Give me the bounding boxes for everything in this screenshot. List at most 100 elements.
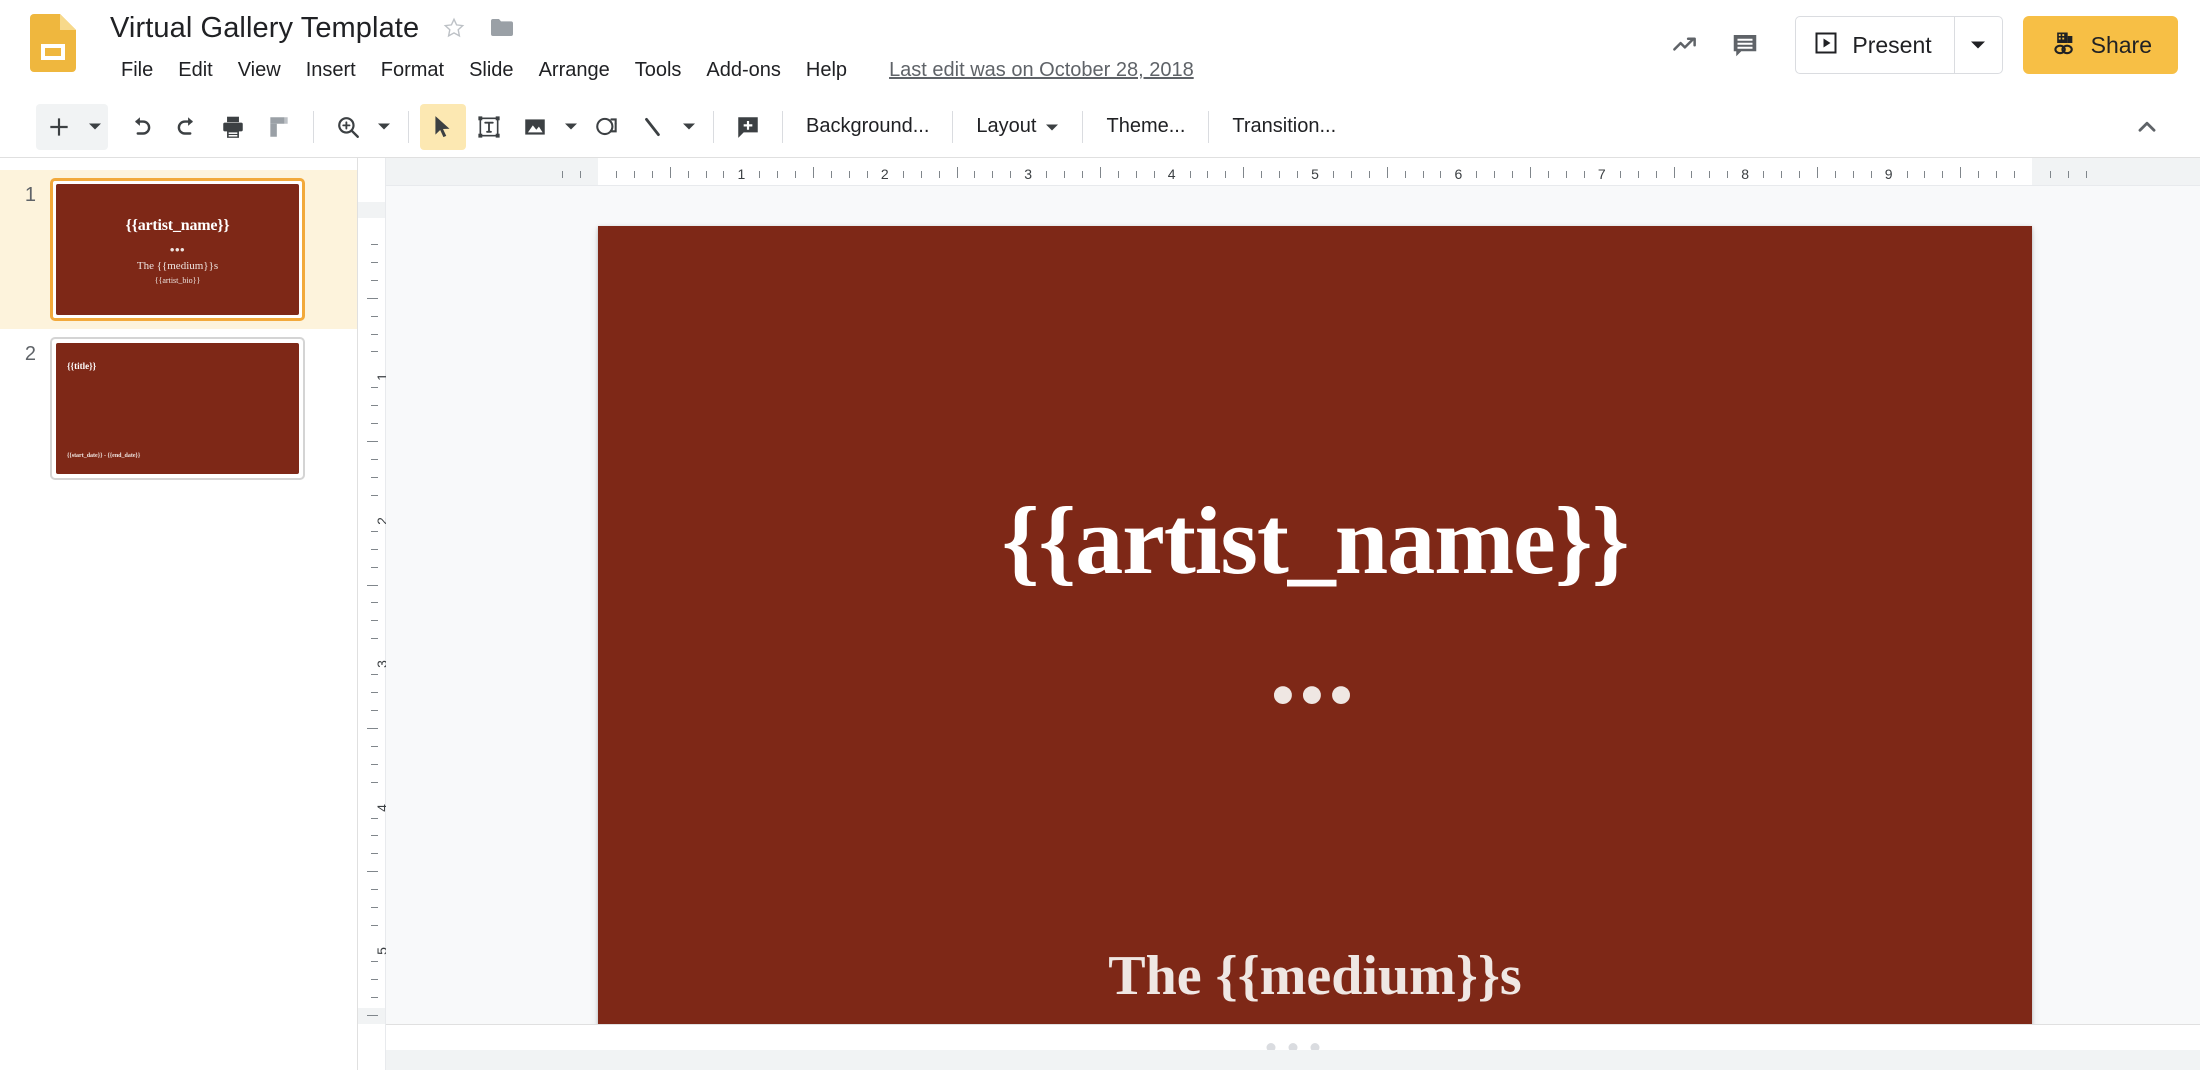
present-dropdown-caret[interactable] [1953, 17, 2002, 73]
folder-icon[interactable] [489, 15, 515, 41]
ruler-tick [1332, 171, 1334, 178]
slide-dots-divider[interactable]: ••• [598, 662, 2032, 729]
menu-add-ons[interactable]: Add-ons [695, 56, 792, 85]
paint-format-icon[interactable] [256, 104, 302, 150]
print-icon[interactable] [210, 104, 256, 150]
undo-icon[interactable] [118, 104, 164, 150]
ruler-tick [795, 171, 797, 178]
slide-thumbnail-1: {{artist_name}} ••• The {{medium}}s {{ar… [56, 184, 299, 315]
vertical-ruler[interactable]: 12345 [358, 158, 390, 1070]
layout-caret-icon [1045, 115, 1059, 138]
ruler-tick [371, 692, 378, 694]
new-slide-caret-icon[interactable] [82, 104, 108, 150]
ruler-tick [371, 261, 378, 263]
plus-icon[interactable] [36, 104, 82, 150]
present-button[interactable]: Present [1796, 17, 1953, 73]
active-slide[interactable]: {{artist_name}} ••• The {{medium}}s {{ar… [598, 226, 2032, 1024]
ruler-tick [2049, 171, 2051, 178]
slide-filmstrip[interactable]: 1 {{artist_name}} ••• The {{medium}}s {{… [0, 158, 358, 1070]
ruler-tick [723, 171, 725, 178]
share-lock-icon [2049, 29, 2077, 62]
ruler-tick [974, 171, 976, 178]
slide-artist-name[interactable]: {{artist_name}} [598, 490, 2032, 592]
filmstrip-slide-2[interactable]: 2 {{title}} {{start_date}} - {{end_date}… [0, 329, 357, 488]
bottom-strip [386, 1050, 2200, 1070]
share-button[interactable]: Share [2022, 16, 2178, 74]
image-group [512, 104, 584, 150]
ruler-tick [371, 889, 378, 891]
ruler-tick [1978, 171, 1980, 178]
google-slides-icon[interactable] [30, 14, 76, 72]
ruler-tick [1135, 171, 1137, 178]
ruler-tick [1297, 171, 1299, 178]
text-box-icon[interactable] [466, 104, 512, 150]
ruler-tick [371, 423, 378, 425]
layout-button[interactable]: Layout [964, 108, 1071, 145]
toolbar-divider [952, 110, 954, 143]
ruler-tick [371, 709, 378, 711]
ruler-tick [1852, 171, 1854, 178]
menu-insert[interactable]: Insert [295, 56, 367, 85]
slide-canvas-area[interactable]: {{artist_name}} ••• The {{medium}}s {{ar… [386, 186, 2200, 1024]
ruler-tick [1422, 171, 1424, 178]
add-comment-icon[interactable] [725, 104, 771, 150]
slide-number: 2 [24, 343, 36, 365]
ruler-tick [367, 1014, 378, 1016]
menu-edit[interactable]: Edit [167, 56, 223, 85]
slide-thumbnail-frame[interactable]: {{artist_name}} ••• The {{medium}}s {{ar… [50, 178, 305, 321]
ruler-tick [1046, 171, 1048, 178]
shape-icon[interactable] [584, 104, 630, 150]
slide-thumbnail-frame[interactable]: {{title}} {{start_date}} - {{end_date}} [50, 337, 305, 480]
transition-button[interactable]: Transition... [1220, 108, 1348, 145]
chevron-up-icon[interactable] [2124, 104, 2170, 150]
comment-icon[interactable] [1719, 19, 1771, 71]
ruler-tick [1512, 171, 1514, 178]
menu-file[interactable]: File [110, 56, 164, 85]
ruler-tick [371, 763, 378, 765]
present-button-group: Present [1795, 16, 2003, 74]
star-outline-icon[interactable] [441, 15, 467, 41]
ruler-tick [371, 745, 378, 747]
redo-icon[interactable] [164, 104, 210, 150]
slide-number: 1 [24, 184, 36, 206]
ruler-tick [1548, 171, 1550, 178]
ruler-tick [1996, 171, 1998, 178]
menu-view[interactable]: View [227, 56, 292, 85]
horizontal-ruler[interactable]: 1 2 3 4 5 6 7 8 9 [386, 158, 2200, 186]
menu-arrange[interactable]: Arrange [528, 56, 621, 85]
ruler-tick [371, 638, 378, 640]
ruler-number: 8 [1741, 166, 1750, 182]
trending-up-icon[interactable] [1659, 19, 1711, 71]
line-group [630, 104, 702, 150]
menu-tools[interactable]: Tools [624, 56, 693, 85]
ruler-tick [992, 171, 994, 178]
menu-help[interactable]: Help [795, 56, 858, 85]
slide-medium[interactable]: The {{medium}}s [598, 944, 2032, 1008]
theme-button[interactable]: Theme... [1094, 108, 1197, 145]
magnifier-plus-icon[interactable] [325, 104, 371, 150]
zoom-caret-icon[interactable] [371, 104, 397, 150]
image-caret-icon[interactable] [558, 104, 584, 150]
ruler-tick [1386, 167, 1388, 178]
image-icon[interactable] [512, 104, 558, 150]
ruler-tick [371, 351, 378, 353]
cursor-arrow-icon[interactable] [420, 103, 466, 150]
ruler-tick [371, 620, 378, 622]
ruler-number: 4 [1167, 166, 1176, 182]
last-edit-link[interactable]: Last edit was on October 28, 2018 [889, 59, 1194, 82]
page-title[interactable]: Virtual Gallery Template [110, 12, 419, 45]
ruler-tick [1727, 171, 1729, 178]
ruler-number: 3 [1024, 166, 1033, 182]
line-icon[interactable] [630, 104, 676, 150]
line-caret-icon[interactable] [676, 104, 702, 150]
menu-format[interactable]: Format [370, 56, 455, 85]
ruler-tick [1530, 167, 1532, 178]
filmstrip-slide-1[interactable]: 1 {{artist_name}} ••• The {{medium}}s {{… [0, 170, 357, 329]
menu-slide[interactable]: Slide [458, 56, 524, 85]
background-button[interactable]: Background... [794, 108, 941, 145]
ruler-tick [759, 171, 761, 178]
ruler-tick [1261, 171, 1263, 178]
ruler-tick [1709, 171, 1711, 178]
ruler-tick [1673, 167, 1675, 178]
thumb-artist-bio: {{artist_bio}} [154, 276, 201, 285]
